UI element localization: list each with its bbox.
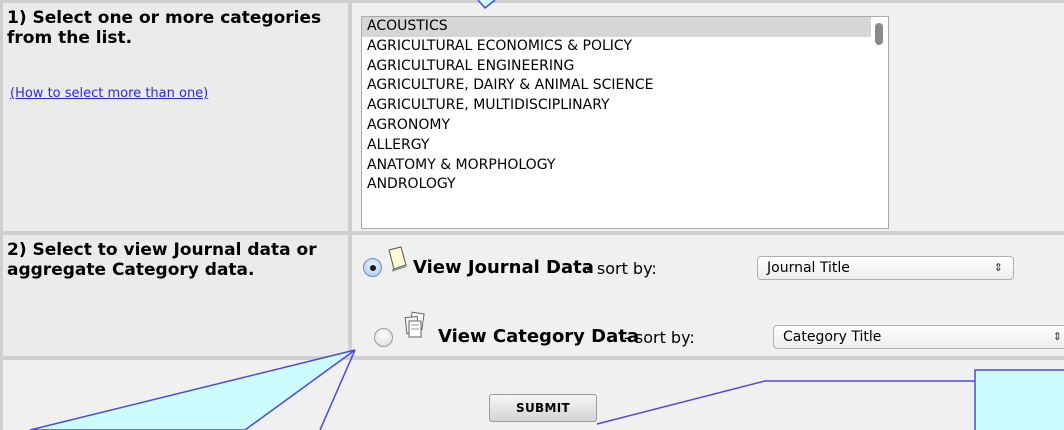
- category-listbox[interactable]: ACOUSTICS AGRICULTURAL ECONOMICS & POLICY…: [361, 16, 889, 229]
- category-data-label: View Category Data: [438, 326, 640, 347]
- category-sort-value: Category Title: [783, 329, 882, 345]
- category-stack-icon: [404, 311, 425, 338]
- category-option[interactable]: ACOUSTICS: [362, 17, 888, 37]
- how-to-select-link[interactable]: (How to select more than one): [10, 86, 208, 101]
- scrollbar-thumb[interactable]: [875, 23, 883, 45]
- category-option[interactable]: AGRICULTURE, DAIRY & ANIMAL SCIENCE: [362, 76, 888, 96]
- category-option[interactable]: AGRONOMY: [362, 116, 888, 136]
- category-option[interactable]: AGRICULTURAL ECONOMICS & POLICY: [362, 37, 888, 57]
- category-data-radio[interactable]: [374, 328, 393, 347]
- listbox-scrollbar[interactable]: [871, 17, 888, 228]
- journal-data-label: View Journal Data: [413, 257, 594, 278]
- category-option[interactable]: ANDROLOGY: [362, 175, 888, 195]
- category-sort-text: - sort by:: [624, 328, 695, 347]
- step1-title: 1) Select one or more categories from th…: [7, 8, 322, 48]
- category-sort-select[interactable]: Category Title ⇕: [773, 325, 1064, 349]
- radio-selected-dot: [370, 265, 376, 271]
- select-arrows-icon: ⇕: [1052, 330, 1062, 343]
- category-option[interactable]: ANATOMY & MORPHOLOGY: [362, 156, 888, 176]
- step2-title: 2) Select to view Journal data or aggreg…: [7, 240, 317, 280]
- journal-sort-text: - sort by:: [586, 259, 657, 278]
- submit-button[interactable]: SUBMIT: [489, 394, 597, 422]
- category-option[interactable]: AGRICULTURAL ENGINEERING: [362, 57, 888, 77]
- journal-data-radio[interactable]: [363, 258, 382, 277]
- category-option[interactable]: ALLERGY: [362, 136, 888, 156]
- journal-sort-select[interactable]: Journal Title ⇕: [757, 256, 1014, 280]
- category-option[interactable]: AGRICULTURE, MULTIDISCIPLINARY: [362, 96, 888, 116]
- select-arrows-icon: ⇕: [993, 261, 1003, 274]
- journal-page-icon: [388, 246, 407, 272]
- journal-sort-value: Journal Title: [767, 260, 850, 276]
